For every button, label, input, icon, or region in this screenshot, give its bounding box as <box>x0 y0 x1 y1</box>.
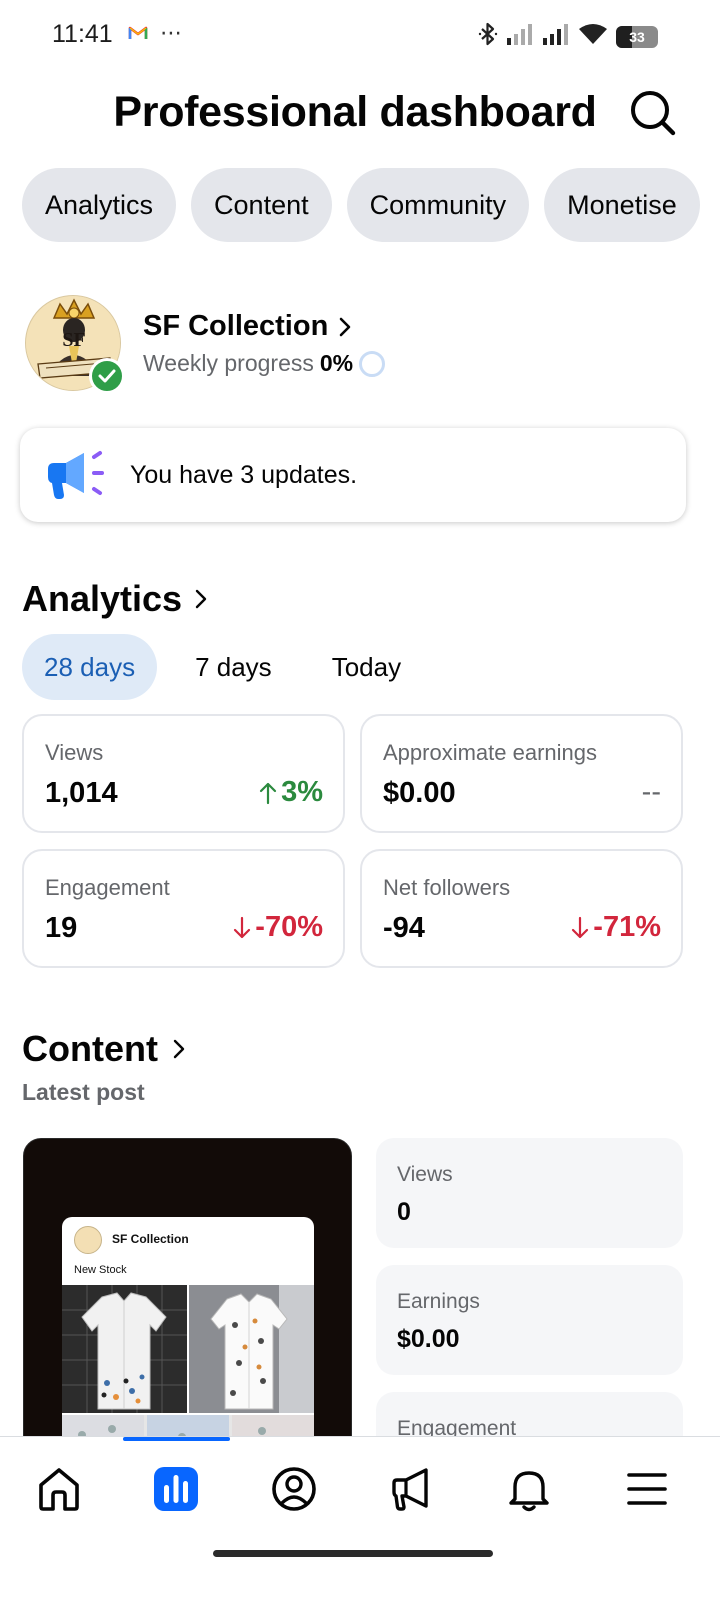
profile-name[interactable]: SF Collection <box>143 310 328 343</box>
period-28-days[interactable]: 28 days <box>22 634 158 700</box>
metric-value: $0.00 <box>383 777 456 809</box>
period-7-days[interactable]: 7 days <box>173 634 294 700</box>
tab-community[interactable]: Community <box>346 168 530 242</box>
weekly-progress: Weekly progress 0% <box>143 350 386 377</box>
home-icon <box>39 1468 79 1511</box>
metric-card-views[interactable]: Views 1,014 3% <box>22 714 345 833</box>
post-stat-earnings: Earnings $0.00 <box>376 1265 683 1375</box>
svg-text:SF: SF <box>62 329 85 351</box>
post-author: SF Collection <box>112 1232 189 1246</box>
metric-change: -- <box>641 776 661 808</box>
bottom-navigation <box>0 1436 720 1600</box>
battery-icon: 33 <box>616 25 658 48</box>
weekly-progress-value: 0% <box>319 350 354 376</box>
nav-dashboard[interactable] <box>150 1463 202 1515</box>
gmail-icon <box>128 25 148 46</box>
metric-label: Views <box>45 740 104 765</box>
dashboard-icon <box>154 1467 198 1511</box>
dashboard-tabs: Analytics Content Community Monetise <box>22 168 700 242</box>
post-stat-views: Views 0 <box>376 1138 683 1248</box>
signal-icon <box>506 23 534 50</box>
more-notifications-icon: ⋯ <box>160 20 183 45</box>
weekly-progress-label: Weekly progress <box>143 350 314 376</box>
period-today[interactable]: Today <box>310 634 423 700</box>
metric-value: -94 <box>383 912 425 944</box>
chevron-right-icon[interactable] <box>172 1038 186 1065</box>
post-caption: New Stock <box>74 1264 127 1276</box>
analytics-title[interactable]: Analytics <box>22 578 182 620</box>
nav-menu[interactable] <box>621 1463 673 1515</box>
post-stat-value: 0 <box>397 1198 411 1226</box>
metric-value: 1,014 <box>45 777 118 809</box>
ads-megaphone-icon <box>392 1468 428 1511</box>
signal-icon <box>542 23 570 50</box>
latest-post-label: Latest post <box>22 1079 145 1105</box>
chevron-right-icon[interactable] <box>338 316 352 343</box>
nav-profile[interactable] <box>268 1463 320 1515</box>
metric-label: Net followers <box>383 875 511 900</box>
nav-notifications[interactable] <box>503 1463 555 1515</box>
arrow-down-icon <box>572 916 589 938</box>
nav-home[interactable] <box>33 1463 85 1515</box>
chevron-right-icon[interactable] <box>194 588 208 615</box>
verified-badge-icon <box>89 358 125 394</box>
post-stat-label: Views <box>397 1163 453 1186</box>
status-time: 11:41 <box>52 20 113 48</box>
latest-post-thumbnail[interactable]: SF Collection New Stock <box>23 1138 352 1438</box>
page-title: Professional dashboard <box>113 88 597 136</box>
active-tab-indicator <box>123 1437 230 1441</box>
shirt-image <box>62 1415 314 1437</box>
metric-label: Approximate earnings <box>383 740 598 765</box>
home-indicator[interactable] <box>213 1550 493 1557</box>
status-bar: 11:41 ⋯ 33 <box>0 0 720 70</box>
bell-icon <box>509 1471 549 1512</box>
wifi-icon <box>578 23 608 50</box>
megaphone-icon <box>44 449 108 501</box>
nav-ads[interactable] <box>386 1463 438 1515</box>
arrow-down-icon <box>234 916 251 938</box>
updates-text: You have 3 updates. <box>130 460 358 489</box>
tab-monetise[interactable]: Monetise <box>544 168 700 242</box>
tab-content[interactable]: Content <box>191 168 332 242</box>
tab-analytics[interactable]: Analytics <box>22 168 177 242</box>
arrow-up-icon <box>259 782 277 804</box>
metric-label: Engagement <box>45 875 170 900</box>
avatar <box>74 1226 102 1254</box>
shirt-image <box>189 1285 314 1413</box>
search-button[interactable] <box>628 88 678 138</box>
menu-icon <box>627 1473 667 1505</box>
post-stat-label: Earnings <box>397 1290 480 1313</box>
metric-card-earnings[interactable]: Approximate earnings $0.00 -- <box>360 714 683 833</box>
search-icon <box>631 91 676 136</box>
profile-icon <box>272 1467 316 1511</box>
metric-card-net-followers[interactable]: Net followers -94 -71% <box>360 849 683 968</box>
metric-change: -70% <box>233 911 323 944</box>
metric-change: -71% <box>571 911 661 944</box>
metric-card-engagement[interactable]: Engagement 19 -70% <box>22 849 345 968</box>
shirt-image <box>62 1285 187 1413</box>
content-title[interactable]: Content <box>22 1028 158 1070</box>
post-stat-value: $0.00 <box>397 1325 460 1353</box>
bluetooth-icon <box>478 22 498 51</box>
progress-ring-icon <box>359 350 386 377</box>
metric-value: 19 <box>45 912 78 944</box>
metric-change: 3% <box>259 776 323 809</box>
post-preview: SF Collection New Stock <box>62 1217 314 1437</box>
period-selector: 28 days 7 days Today <box>22 634 439 700</box>
updates-card[interactable]: You have 3 updates. <box>20 428 686 522</box>
